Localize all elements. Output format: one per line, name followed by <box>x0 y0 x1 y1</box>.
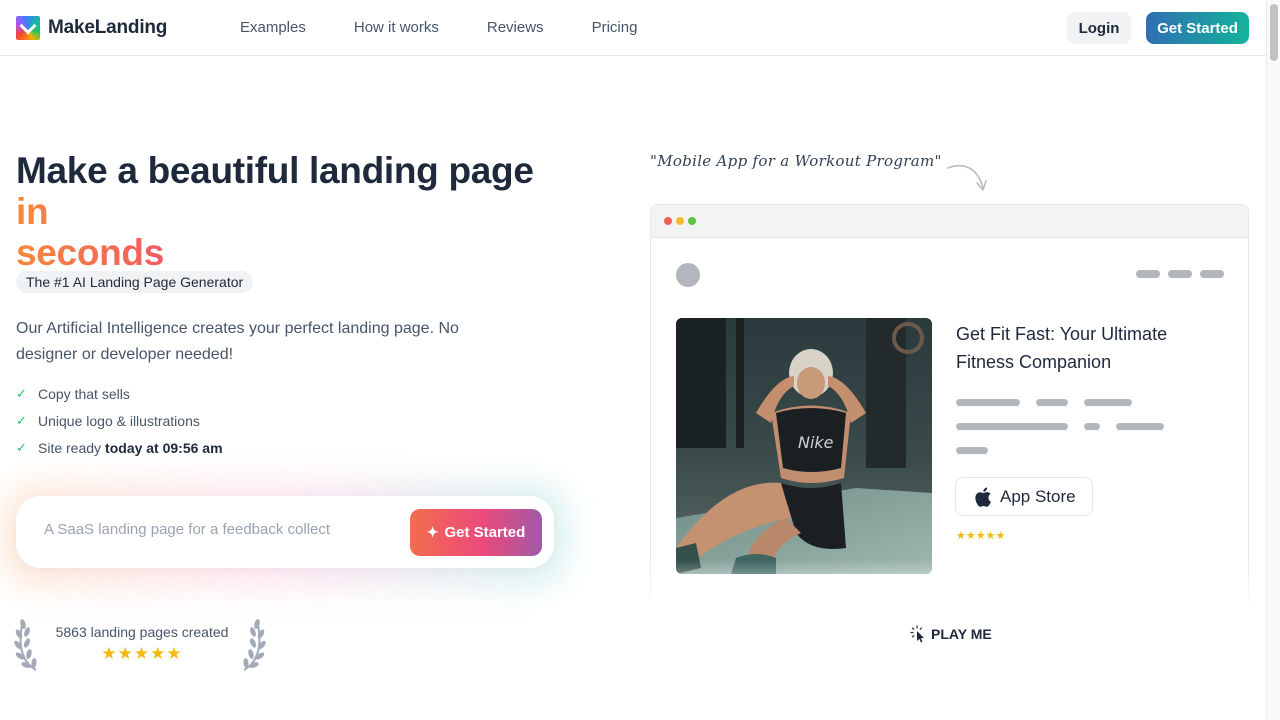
makelanding-logo-icon <box>16 16 40 40</box>
play-me-button[interactable]: PLAY ME <box>910 625 992 643</box>
laurel-right-icon <box>243 619 266 671</box>
prompt-button-label: Get Started <box>444 524 526 541</box>
mock-nav-placeholder <box>1200 270 1224 278</box>
mock-headline: Get Fit Fast: Your Ultimate Fitness Comp… <box>956 324 1168 372</box>
feature-item: ✓ Copy that sells <box>16 380 223 407</box>
hero-title-line1: Make a beautiful landing page <box>16 150 534 191</box>
laurel-left-icon <box>14 619 37 671</box>
top-navbar: MakeLanding Examples How it works Review… <box>0 0 1266 56</box>
mock-nav-placeholder <box>1168 270 1192 278</box>
play-me-label: PLAY ME <box>931 626 992 642</box>
prompt-form: ✦ Get Started <box>16 496 554 568</box>
check-icon: ✓ <box>16 412 27 428</box>
rating-stars: ★★★★★ <box>101 644 183 663</box>
example-prompt-note: "Mobile App for a Workout Program" <box>650 152 942 170</box>
hero-title: Make a beautiful landing page in seconds <box>16 150 534 273</box>
mock-text-placeholder <box>1036 399 1068 406</box>
app-store-label: App Store <box>1000 486 1076 506</box>
feature-item: ✓ Site ready today at 09:56 am <box>16 434 223 461</box>
mock-text-placeholder <box>1116 423 1164 430</box>
nav-how-it-works[interactable]: How it works <box>354 19 439 36</box>
hero-description: Our Artificial Intelligence creates your… <box>16 320 459 363</box>
main-nav: Examples How it works Reviews Pricing <box>240 19 637 36</box>
scrollbar-thumb[interactable] <box>1270 4 1278 61</box>
feature-item: ✓ Unique logo & illustrations <box>16 407 223 434</box>
click-cursor-icon <box>910 625 924 643</box>
feature-text: Unique logo & illustrations <box>38 412 200 429</box>
window-maximize-dot <box>688 217 696 225</box>
feature-text: Copy that sells <box>38 385 130 402</box>
check-icon: ✓ <box>16 385 27 401</box>
curved-arrow-icon <box>947 164 987 191</box>
app-store-button[interactable]: App Store <box>955 477 1093 516</box>
mock-text-placeholder <box>956 399 1020 406</box>
brand-logo-link[interactable]: MakeLanding <box>16 16 167 40</box>
login-button[interactable]: Login <box>1067 12 1131 44</box>
browser-titlebar <box>651 205 1248 238</box>
window-close-dot <box>664 217 672 225</box>
sparkles-icon: ✦ <box>426 524 439 540</box>
nav-examples[interactable]: Examples <box>240 19 306 36</box>
mock-text-placeholder <box>1084 423 1100 430</box>
preview-fade-overlay <box>640 560 1260 610</box>
nav-pricing[interactable]: Pricing <box>592 19 638 36</box>
mock-text-placeholder <box>956 423 1068 430</box>
mock-rating-stars: ★★★★★ <box>956 530 1006 542</box>
apple-icon <box>975 487 991 507</box>
check-icon: ✓ <box>16 439 27 455</box>
mock-text-placeholder <box>956 447 988 454</box>
nav-reviews[interactable]: Reviews <box>487 19 544 36</box>
mock-text-placeholder <box>1084 399 1132 406</box>
prompt-input[interactable] <box>44 521 384 538</box>
feature-text: Site ready <box>38 439 102 456</box>
mock-logo-placeholder <box>676 263 700 287</box>
svg-text:Nike: Nike <box>798 433 834 452</box>
prompt-get-started-button[interactable]: ✦ Get Started <box>410 509 542 556</box>
hero-badge: The #1 AI Landing Page Generator <box>16 271 254 293</box>
workout-photo: Nike <box>676 318 932 574</box>
feature-list: ✓ Copy that sells ✓ Unique logo & illust… <box>16 380 223 461</box>
hero-title-accent: in seconds <box>16 191 202 273</box>
preview-browser-window[interactable]: Nike Get Fit Fast: Your Ultimate Fitness… <box>650 204 1249 604</box>
window-minimize-dot <box>676 217 684 225</box>
mock-nav-placeholder <box>1136 270 1160 278</box>
header-get-started-button[interactable]: Get Started <box>1146 12 1249 44</box>
pages-created-count: 5863 landing pages created <box>55 624 229 640</box>
ready-time: today at 09:56 am <box>105 439 223 456</box>
page-scrollbar[interactable] <box>1266 0 1280 720</box>
brand-name: MakeLanding <box>48 17 168 38</box>
